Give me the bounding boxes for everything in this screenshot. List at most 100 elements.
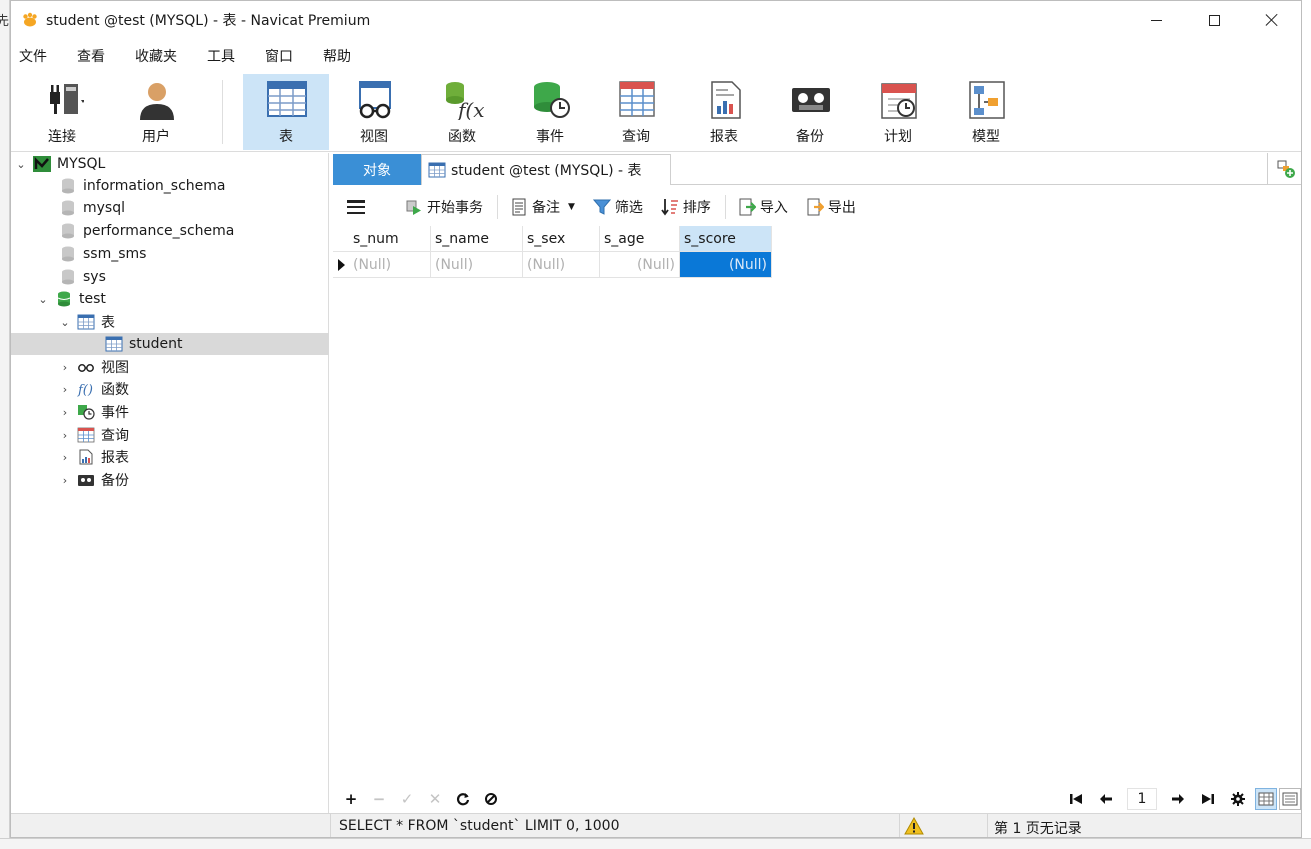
begin-transaction-label: 开始事务: [427, 200, 483, 216]
previous-page-icon[interactable]: [1096, 789, 1116, 809]
ribbon-model-button[interactable]: 模型: [943, 74, 1029, 150]
status-left-pane: [11, 814, 331, 837]
report-icon: [77, 449, 95, 465]
delete-record-icon[interactable]: −: [369, 789, 389, 809]
column-header-s-sex[interactable]: s_sex: [523, 226, 600, 252]
grid-cell-s-score[interactable]: (Null): [680, 252, 772, 278]
grid-view-icon[interactable]: [1255, 788, 1277, 810]
ribbon-connect-button[interactable]: 连接: [19, 74, 105, 150]
minimize-button[interactable]: [1127, 1, 1185, 39]
maximize-button[interactable]: [1185, 1, 1243, 39]
table-row[interactable]: (Null) (Null) (Null) (Null) (Null): [333, 252, 772, 278]
grid-cell-s-num[interactable]: (Null): [349, 252, 431, 278]
tree-group-tables[interactable]: ⌄ 表: [11, 311, 329, 333]
tree-connection-label: MYSQL: [57, 156, 106, 172]
refresh-icon[interactable]: [453, 789, 473, 809]
hamburger-menu-icon[interactable]: [347, 200, 365, 214]
form-view-icon[interactable]: [1279, 788, 1301, 810]
filter-button[interactable]: 筛选: [589, 193, 647, 221]
settings-gear-icon[interactable]: [1228, 789, 1248, 809]
ribbon-view-button[interactable]: 视图: [331, 74, 417, 150]
column-header-s-name[interactable]: s_name: [431, 226, 523, 252]
stop-icon[interactable]: [481, 789, 501, 809]
tree-db-mysql[interactable]: mysql: [11, 197, 329, 219]
grid-cell-s-name[interactable]: (Null): [431, 252, 523, 278]
new-connection-corner-button[interactable]: [1267, 153, 1301, 185]
table-icon: [105, 336, 123, 352]
chevron-right-icon[interactable]: ›: [59, 406, 71, 419]
tree-table-student[interactable]: student: [11, 333, 329, 355]
ribbon-query-button[interactable]: 查询: [593, 74, 679, 150]
ribbon-backup-label: 备份: [796, 129, 824, 145]
tree-connection-mysql[interactable]: ⌄ MYSQL: [11, 153, 329, 175]
ribbon-event-button[interactable]: 事件: [507, 74, 593, 150]
chevron-right-icon[interactable]: ›: [59, 429, 71, 442]
chevron-down-icon[interactable]: ⌄: [59, 316, 71, 329]
menu-tools[interactable]: 工具: [199, 46, 243, 66]
tab-student-table[interactable]: student @test (MYSQL) - 表: [421, 154, 671, 185]
memo-button[interactable]: 备注 ▼: [506, 193, 579, 221]
tree-db-ssm-sms[interactable]: ssm_sms: [11, 243, 329, 265]
menu-file[interactable]: 文件: [11, 46, 55, 66]
ribbon-function-button[interactable]: f(x) 函数: [419, 74, 505, 150]
tree-group-backups[interactable]: › 备份: [11, 469, 329, 491]
tree-group-events[interactable]: › 事件: [11, 401, 329, 423]
grid-cell-s-age[interactable]: (Null): [600, 252, 680, 278]
discard-changes-icon[interactable]: ✕: [425, 789, 445, 809]
tree-group-queries[interactable]: › 查询: [11, 424, 329, 446]
begin-transaction-button[interactable]: 开始事务: [401, 193, 487, 221]
pager: 1: [1061, 785, 1301, 813]
add-record-icon[interactable]: +: [341, 789, 361, 809]
grid-cell-s-sex[interactable]: (Null): [523, 252, 600, 278]
ribbon-table-button[interactable]: 表: [243, 74, 329, 150]
toolbar-separator: [724, 195, 726, 219]
menu-window[interactable]: 窗口: [257, 46, 301, 66]
close-button[interactable]: [1243, 1, 1301, 39]
sort-icon: [661, 198, 679, 216]
ribbon-user-button[interactable]: 用户: [113, 74, 199, 150]
next-page-icon[interactable]: [1168, 789, 1188, 809]
tab-objects[interactable]: 对象: [333, 154, 421, 185]
tree-db-information-schema[interactable]: information_schema: [11, 175, 329, 197]
column-header-s-num[interactable]: s_num: [349, 226, 431, 252]
caret-down-icon[interactable]: ▼: [568, 202, 575, 212]
ribbon-user-label: 用户: [142, 129, 170, 145]
tree-db-performance-schema[interactable]: performance_schema: [11, 220, 329, 242]
apply-changes-icon[interactable]: ✓: [397, 789, 417, 809]
tree-group-reports[interactable]: › 报表: [11, 446, 329, 468]
menu-favorites[interactable]: 收藏夹: [127, 46, 185, 66]
page-number-input[interactable]: 1: [1127, 788, 1157, 810]
tree-db-test[interactable]: ⌄ test: [11, 288, 329, 310]
menu-view[interactable]: 查看: [69, 46, 113, 66]
ribbon-function-label: 函数: [448, 129, 476, 145]
first-page-icon[interactable]: [1066, 789, 1086, 809]
export-button[interactable]: 导出: [802, 193, 860, 221]
sort-button[interactable]: 排序: [657, 193, 715, 221]
import-button[interactable]: 导入: [734, 193, 792, 221]
tree-db-sys[interactable]: sys: [11, 266, 329, 288]
ribbon-report-button[interactable]: 报表: [681, 74, 767, 150]
column-header-s-age[interactable]: s_age: [600, 226, 680, 252]
tree-db-label: mysql: [83, 200, 125, 216]
menu-help[interactable]: 帮助: [315, 46, 359, 66]
warning-icon[interactable]: [904, 817, 924, 835]
chevron-right-icon[interactable]: ›: [59, 474, 71, 487]
chevron-down-icon[interactable]: ⌄: [15, 158, 27, 171]
tree-group-functions[interactable]: › f() 函数: [11, 378, 329, 400]
chevron-right-icon[interactable]: ›: [59, 451, 71, 464]
filter-funnel-icon: [592, 198, 611, 216]
window-title: student @test (MYSQL) - 表 - Navicat Prem…: [46, 13, 371, 29]
chevron-right-icon[interactable]: ›: [59, 383, 71, 396]
column-header-s-score[interactable]: s_score: [680, 226, 772, 252]
chevron-right-icon[interactable]: ›: [59, 361, 71, 374]
ribbon-schedule-button[interactable]: 计划: [855, 74, 941, 150]
export-label: 导出: [827, 200, 856, 216]
chevron-down-icon[interactable]: ⌄: [37, 293, 49, 306]
glasses-icon: [77, 359, 95, 375]
import-label: 导入: [759, 200, 788, 216]
database-icon: [59, 178, 77, 194]
ribbon-schedule-label: 计划: [884, 129, 912, 145]
last-page-icon[interactable]: [1198, 789, 1218, 809]
tree-group-views[interactable]: › 视图: [11, 356, 329, 378]
ribbon-backup-button[interactable]: 备份: [767, 74, 853, 150]
